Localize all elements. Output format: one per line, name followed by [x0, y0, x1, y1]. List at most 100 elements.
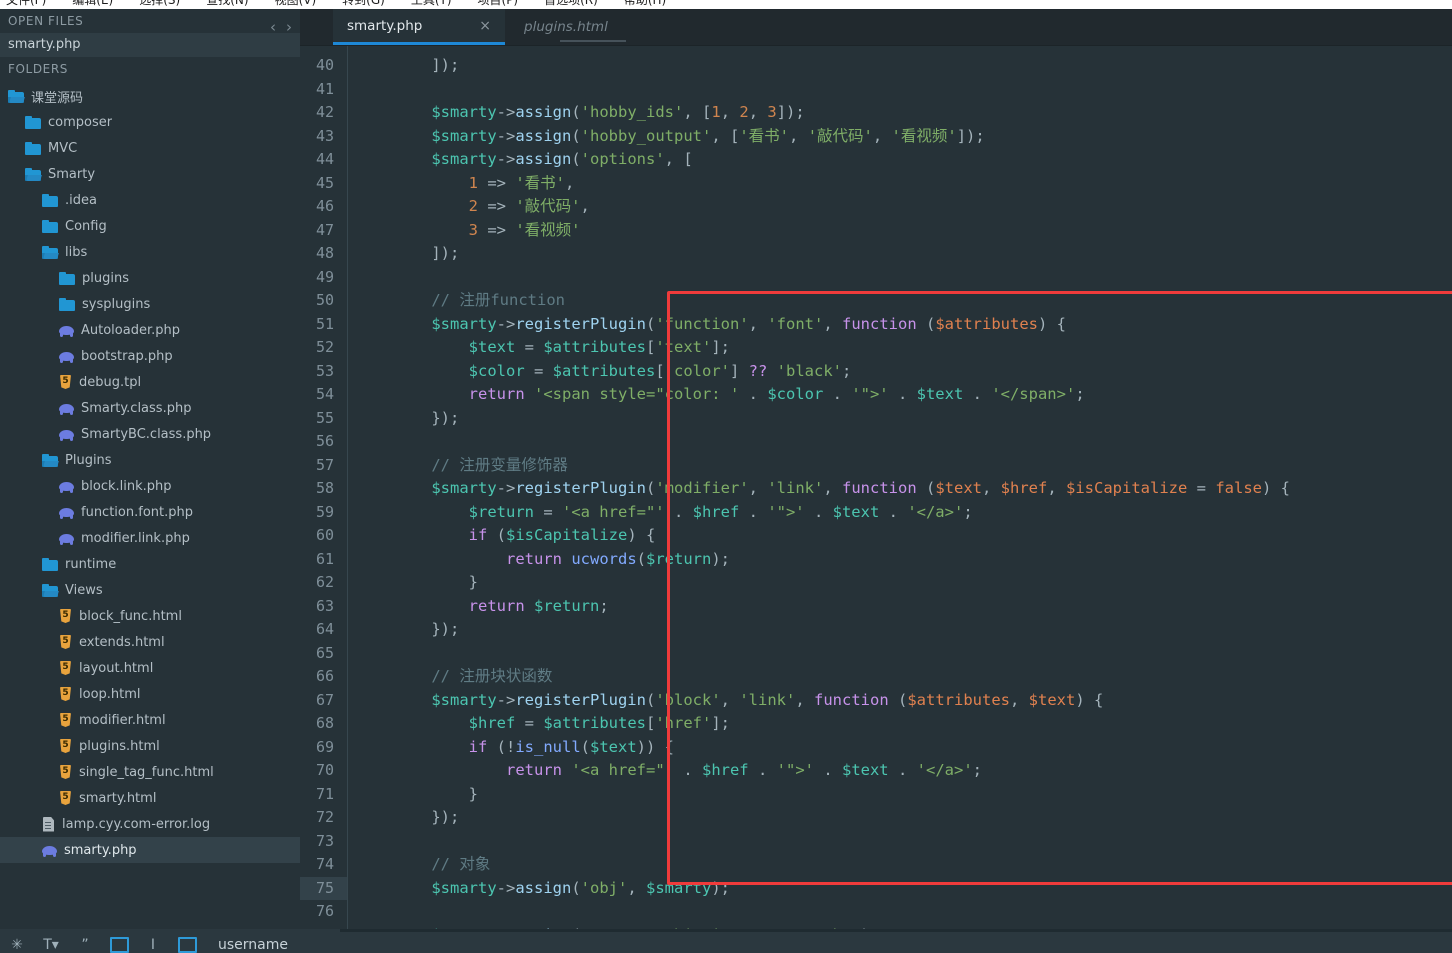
- close-icon[interactable]: ×: [479, 18, 491, 34]
- tree-item[interactable]: layout.html: [0, 655, 300, 681]
- code-token: ,: [711, 126, 730, 145]
- tree-item[interactable]: Views: [0, 577, 300, 603]
- menu-item[interactable]: 文件(F): [6, 0, 46, 7]
- code-line[interactable]: // 注册块状函数: [394, 665, 1290, 689]
- code-token: 3: [468, 220, 478, 239]
- chevron-right-icon[interactable]: ›: [286, 20, 292, 35]
- code-line[interactable]: [394, 642, 1290, 666]
- tree-item[interactable]: plugins.html: [0, 733, 300, 759]
- code-line[interactable]: [394, 430, 1290, 454]
- tree-item[interactable]: SmartyBC.class.php: [0, 421, 300, 447]
- tree-item[interactable]: single_tag_func.html: [0, 759, 300, 785]
- tree-item[interactable]: Smarty.class.php: [0, 395, 300, 421]
- cursor-icon[interactable]: I: [136, 935, 170, 953]
- tree-item[interactable]: Autoloader.php: [0, 317, 300, 343]
- code-token: $text: [916, 385, 964, 403]
- code-line[interactable]: $return = '<a href="' . $href . '">' . $…: [394, 501, 1290, 525]
- code-line[interactable]: [394, 900, 1290, 924]
- code-line[interactable]: ]);: [394, 54, 1290, 78]
- menu-item[interactable]: 编辑(E): [72, 0, 113, 7]
- code-line[interactable]: $smarty->registerPlugin('block', 'link',…: [394, 689, 1290, 713]
- menu-item[interactable]: 工具(T): [411, 0, 452, 7]
- code-line[interactable]: 1 => '看书',: [394, 172, 1290, 196]
- code-line[interactable]: $text = $attributes['text'];: [394, 336, 1290, 360]
- quote-icon[interactable]: ”: [68, 935, 102, 953]
- tree-item[interactable]: sysplugins: [0, 291, 300, 317]
- tab-plugins-html[interactable]: plugins.html: [510, 9, 662, 45]
- bottom-toolbar-items[interactable]: ✳ T▾ ” I username: [0, 933, 288, 953]
- chevron-left-icon[interactable]: ‹: [270, 20, 276, 35]
- tree-item[interactable]: function.font.php: [0, 499, 300, 525]
- code-line[interactable]: $smarty->registerPlugin('function', 'fon…: [394, 313, 1290, 337]
- code-line[interactable]: $href = $attributes['href'];: [394, 712, 1290, 736]
- menu-item[interactable]: 视图(V): [275, 0, 317, 7]
- menu-item[interactable]: 查找(N): [206, 0, 248, 7]
- code-line[interactable]: // 注册function: [394, 289, 1290, 313]
- code-line[interactable]: }: [394, 783, 1290, 807]
- tree-item[interactable]: runtime: [0, 551, 300, 577]
- code-line[interactable]: 3 => '看视频': [394, 219, 1290, 243]
- code-line[interactable]: }: [394, 571, 1290, 595]
- bottom-toolbar[interactable]: ✳ T▾ ” I username: [0, 929, 1452, 953]
- code-line[interactable]: // 对象: [394, 853, 1290, 877]
- tree-item[interactable]: composer: [0, 109, 300, 135]
- menu-item[interactable]: 帮助(H): [624, 0, 666, 7]
- code-line[interactable]: // 注册变量修饰器: [394, 454, 1290, 478]
- tree-item[interactable]: Config: [0, 213, 300, 239]
- menu-item[interactable]: 项目(P): [478, 0, 519, 7]
- tree-item[interactable]: block_func.html: [0, 603, 300, 629]
- code-line[interactable]: $color = $attributes['color'] ?? 'black'…: [394, 360, 1290, 384]
- file-tree[interactable]: 课堂源码 composer MVC Smarty .idea Config libs plug…: [0, 81, 300, 863]
- tree-item[interactable]: Smarty: [0, 161, 300, 187]
- code-line[interactable]: return '<a href="' . $href . '">' . $tex…: [394, 759, 1290, 783]
- tree-item[interactable]: debug.tpl: [0, 369, 300, 395]
- tree-item[interactable]: .idea: [0, 187, 300, 213]
- tree-item[interactable]: modifier.html: [0, 707, 300, 733]
- code-line[interactable]: $smarty->assign('hobby_output', ['看书', '…: [394, 125, 1290, 149]
- source-code[interactable]: ]); $smarty->assign('hobby_ids', [1, 2, …: [348, 46, 1290, 930]
- code-line[interactable]: return '<span style="color: ' . $color .…: [394, 383, 1290, 407]
- tree-item[interactable]: smarty.html: [0, 785, 300, 811]
- code-line[interactable]: $smarty->assign('options', [: [394, 148, 1290, 172]
- code-line[interactable]: return ucwords($return);: [394, 548, 1290, 572]
- tree-item[interactable]: block.link.php: [0, 473, 300, 499]
- tree-item[interactable]: lamp.cyy.com-error.log: [0, 811, 300, 837]
- code-line[interactable]: $smarty->assign('hobby_ids', [1, 2, 3]);: [394, 101, 1290, 125]
- tree-item[interactable]: MVC: [0, 135, 300, 161]
- tab-smarty-php[interactable]: smarty.php ×: [333, 9, 505, 45]
- code-line[interactable]: [394, 78, 1290, 102]
- tree-item[interactable]: smarty.php: [0, 837, 300, 863]
- code-line[interactable]: 2 => '敲代码',: [394, 195, 1290, 219]
- menu-item[interactable]: 选择(S): [139, 0, 180, 7]
- text-format-icon[interactable]: T▾: [34, 935, 68, 953]
- open-file-item-smarty-php[interactable]: smarty.php: [0, 33, 300, 57]
- tree-item[interactable]: loop.html: [0, 681, 300, 707]
- code-line[interactable]: if ($isCapitalize) {: [394, 524, 1290, 548]
- sidebar-nav-arrows[interactable]: ‹ ›: [270, 20, 292, 35]
- tree-item[interactable]: Plugins: [0, 447, 300, 473]
- code-line[interactable]: $smarty->assign('obj', $smarty);: [394, 877, 1290, 901]
- os-menu-bar[interactable]: 文件(F) 编辑(E) 选择(S) 查找(N) 视图(V) 转到(G) 工具(T) 项目(P)…: [0, 0, 1452, 9]
- tree-item[interactable]: modifier.link.php: [0, 525, 300, 551]
- panel-left-icon[interactable]: [102, 935, 136, 953]
- menu-item[interactable]: 首选项(R): [544, 0, 598, 7]
- panel-icon[interactable]: [170, 935, 204, 953]
- asterisk-icon[interactable]: ✳: [0, 935, 34, 953]
- code-area[interactable]: 40 41 42 43 44 45 46 47 48 49 50 51 52 53 54 55 56 57 58 59…: [300, 46, 1452, 930]
- tree-item[interactable]: plugins: [0, 265, 300, 291]
- code-line[interactable]: if (!is_null($text)) {: [394, 736, 1290, 760]
- code-line[interactable]: $smarty->registerPlugin('modifier', 'lin…: [394, 477, 1290, 501]
- tree-item[interactable]: extends.html: [0, 629, 300, 655]
- code-line[interactable]: ]);: [394, 242, 1290, 266]
- tree-item[interactable]: 课堂源码: [0, 83, 300, 109]
- code-line[interactable]: });: [394, 806, 1290, 830]
- code-line[interactable]: [394, 266, 1290, 290]
- os-menu-items[interactable]: 文件(F) 编辑(E) 选择(S) 查找(N) 视图(V) 转到(G) 工具(T) 项目(P)…: [6, 0, 692, 8]
- tree-item[interactable]: bootstrap.php: [0, 343, 300, 369]
- code-line[interactable]: [394, 830, 1290, 854]
- code-line[interactable]: return $return;: [394, 595, 1290, 619]
- code-line[interactable]: });: [394, 618, 1290, 642]
- code-line[interactable]: });: [394, 407, 1290, 431]
- tree-item[interactable]: libs: [0, 239, 300, 265]
- menu-item[interactable]: 转到(G): [342, 0, 385, 7]
